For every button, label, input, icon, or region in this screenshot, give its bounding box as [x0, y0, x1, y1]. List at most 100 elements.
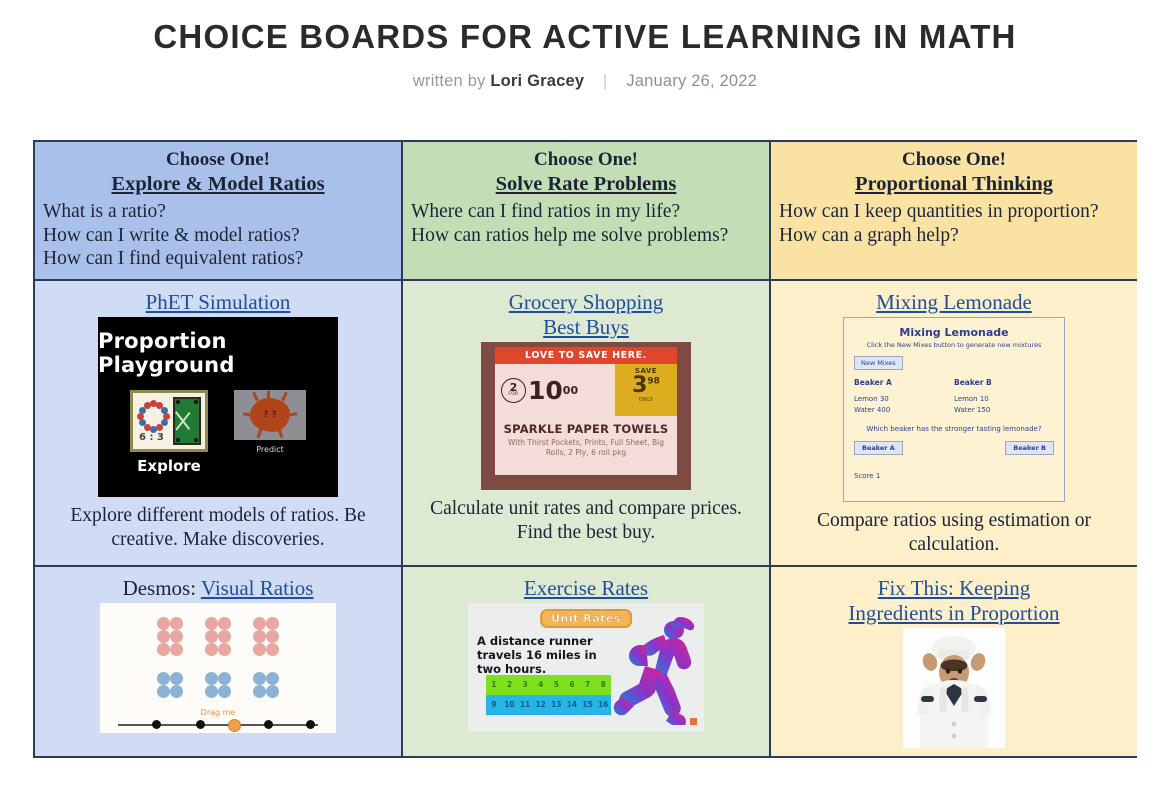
slider-tick — [264, 719, 273, 729]
slider-track — [118, 723, 318, 727]
drag-me-label: Drag me — [200, 707, 236, 717]
proportion-playground-title: Proportion Playground — [98, 328, 235, 377]
number-strip-top: 1 2 3 4 5 6 7 8 — [486, 674, 611, 695]
beaker-a-values: Lemon 30 Water 400 — [854, 394, 954, 415]
strip-cell: 7 — [584, 679, 591, 689]
answer-beaker-b-button[interactable]: Beaker B — [1005, 441, 1054, 456]
necklace-beads-icon: 6 : 3 — [137, 399, 170, 443]
phet-tile-explore[interactable]: 6 : 3 Explore — [130, 389, 208, 475]
tag-save-block: SAVE 398 ONLY — [615, 364, 677, 417]
beaker-a-column: Beaker A Lemon 30 Water 400 — [854, 378, 954, 415]
desmos-prefix-label: Desmos: — [122, 575, 197, 600]
tag-banner-text: LOVE TO SAVE HERE. — [495, 347, 677, 365]
dot-group-red — [253, 616, 279, 656]
slider-tick — [196, 719, 205, 729]
two-for-label: FOR — [508, 392, 519, 398]
board-cell-lemonade: Mixing Lemonade Mixing Lemonade Click th… — [769, 278, 1137, 567]
byline: written by Lori Gracey | January 26, 202… — [0, 72, 1170, 91]
applet-question: Which beaker has the stronger tasting le… — [866, 425, 1042, 434]
strip-cell: 15 — [582, 699, 593, 709]
board-question: How can I find equivalent ratios? — [43, 248, 304, 270]
new-mixes-button[interactable]: New Mixes — [854, 356, 903, 371]
tag-price-row: 2 FOR 10 00 SAVE 398 ONLY — [495, 364, 677, 417]
dot-group-red — [205, 616, 231, 656]
phet-thumbnail-row: Proportion Playground 6: 3 Explore ? ? … — [43, 316, 393, 497]
save-amount: 3 — [632, 373, 648, 399]
slide-corner-marker — [690, 717, 697, 725]
author-link[interactable]: Lori Gracey — [490, 72, 584, 90]
board-question: How can a graph help? — [779, 224, 959, 246]
dot-group-blue — [157, 671, 183, 698]
board-topic-title: Proportional Thinking — [854, 173, 1054, 196]
exercise-thumbnail-row: Unit Rates A distance runner travels 16 … — [411, 602, 761, 731]
beaker-b-column: Beaker B Lemon 10 Water 150 — [954, 378, 1054, 415]
best-buys-link[interactable]: Best Buys — [411, 315, 761, 340]
unit-rates-statement: A distance runner travels 16 miles in tw… — [477, 633, 597, 677]
explore-tile-art: 6 : 3 — [130, 389, 208, 452]
post-header: CHOICE BOARDS FOR ACTIVE LEARNING IN MAT… — [0, 0, 1170, 91]
tag-product-name: SPARKLE PAPER TOWELS — [503, 422, 669, 437]
applet-title: Mixing Lemonade — [899, 325, 1009, 339]
strip-cell: 10 — [504, 699, 515, 709]
beaker-a-water: Water 400 — [854, 405, 891, 414]
beaker-b-lemon: Lemon 10 — [954, 395, 989, 404]
board-cell-phet: PhET Simulation Proportion Playground 6 … — [33, 278, 403, 567]
board-topic-title: Explore & Model Ratios — [111, 173, 325, 196]
phet-tile-predict[interactable]: ? ? Predict — [234, 389, 306, 475]
ratio-value: 6 : 3 — [139, 431, 164, 443]
only-label: ONLY — [638, 397, 654, 404]
blog-post-page: CHOICE BOARDS FOR ACTIVE LEARNING IN MAT… — [0, 0, 1170, 801]
answer-beaker-a-button[interactable]: Beaker A — [854, 441, 903, 456]
board-question: How can I keep quantities in proportion? — [779, 201, 1099, 222]
grocery-shopping-link[interactable]: Grocery Shopping — [411, 290, 761, 315]
board-question: How can I write & model ratios? — [43, 224, 300, 246]
table-row: Choose One! Explore & Model Ratios What … — [33, 140, 1137, 281]
strip-cell: 2 — [506, 679, 513, 689]
beaker-columns: Beaker A Lemon 30 Water 400 Beaker B Lem… — [854, 378, 1054, 415]
number-strip-bottom: 9 10 11 12 13 14 15 16 — [486, 694, 611, 715]
beaker-b-values: Lemon 10 Water 150 — [954, 394, 1054, 415]
strip-cell: 16 — [597, 699, 609, 709]
tag-price-block: 2 FOR 10 00 — [495, 364, 615, 416]
board-question: How can ratios help me solve problems? — [411, 224, 729, 246]
board-cell-exercise-rates: Exercise Rates Unit Rates A distance run… — [401, 564, 771, 758]
choice-board-image: Choose One! Explore & Model Ratios What … — [33, 140, 1137, 801]
strip-cell: 6 — [569, 679, 575, 689]
billiard-table-icon — [173, 396, 201, 445]
beaker-a-lemon: Lemon 30 — [854, 395, 889, 404]
question-marks-label: ? ? — [263, 409, 277, 420]
phet-simulation-link[interactable]: PhET Simulation — [43, 290, 393, 315]
dot-group-blue — [205, 671, 231, 698]
predict-tile-art: ? ? — [234, 389, 306, 440]
strip-cell: 8 — [600, 679, 606, 689]
blue-dot-groups — [157, 671, 279, 698]
strip-cell: 13 — [551, 699, 562, 709]
desmos-link-line[interactable]: Desmos: Visual Ratios — [43, 576, 393, 601]
exercise-rates-link[interactable]: Exercise Rates — [411, 576, 761, 601]
board-cell-grocery: Grocery Shopping Best Buys LOVE TO SAVE … — [401, 278, 771, 567]
written-by-label: written by — [412, 71, 486, 90]
mixing-lemonade-link[interactable]: Mixing Lemonade — [779, 290, 1129, 315]
ingredients-proportion-link[interactable]: Ingredients in Proportion — [779, 601, 1129, 626]
mixing-lemonade-applet[interactable]: Mixing Lemonade Click the New Mixes butt… — [843, 316, 1065, 502]
grocery-price-tag-photo: LOVE TO SAVE HERE. 2 FOR 10 00 SAVE 398 … — [481, 342, 691, 491]
applet-subtitle: Click the New Mixes button to generate n… — [866, 340, 1042, 349]
unit-rates-slide[interactable]: Unit Rates A distance runner travels 16 … — [468, 602, 704, 731]
choose-one-label: Choose One! — [166, 149, 270, 170]
visual-ratios-activity[interactable]: Drag me — [100, 602, 336, 733]
visual-ratios-link[interactable]: Visual Ratios — [201, 576, 314, 600]
strip-cell: 14 — [566, 699, 578, 709]
board-question: Where can I find ratios in my life? — [411, 201, 681, 222]
ratio-slider[interactable] — [118, 718, 318, 732]
proportion-playground-thumbnail[interactable]: Proportion Playground 6: 3 Explore ? ? … — [98, 316, 338, 497]
save-cents: 98 — [647, 376, 660, 387]
applet-score: Score 1 — [854, 472, 881, 481]
grocery-thumbnail-row: LOVE TO SAVE HERE. 2 FOR 10 00 SAVE 398 … — [411, 342, 761, 491]
table-row: Desmos: Visual Ratios Drag me Exercise R… — [33, 564, 1137, 758]
strip-cell: 1 — [491, 679, 497, 689]
choose-one-label: Choose One! — [534, 149, 638, 170]
slider-handle[interactable] — [228, 718, 241, 732]
strip-cell: 4 — [538, 679, 544, 689]
fix-this-link[interactable]: Fix This: Keeping — [779, 576, 1129, 601]
slider-tick — [306, 719, 315, 729]
